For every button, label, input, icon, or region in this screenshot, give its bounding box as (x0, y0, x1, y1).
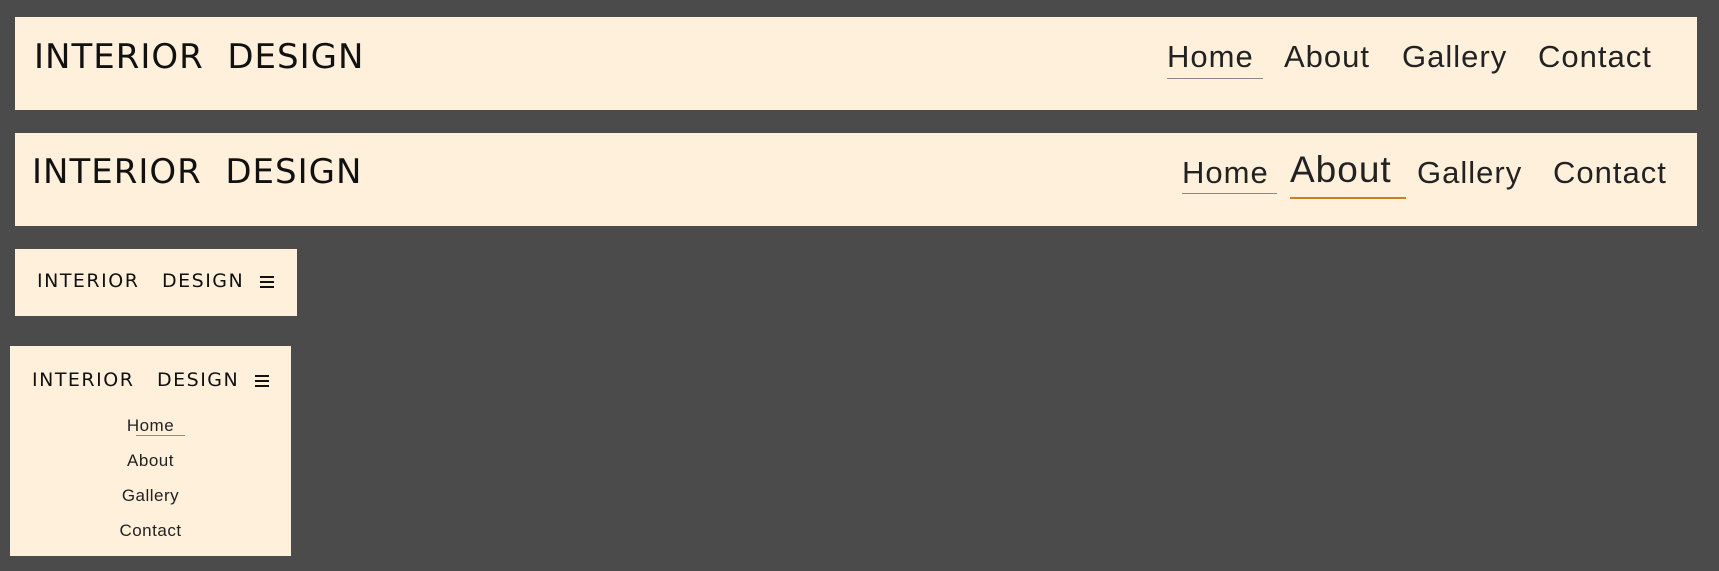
nav-link-contact[interactable]: Contact (1538, 37, 1652, 77)
site-logo[interactable]: INTERIOR DESIGN (32, 368, 239, 392)
hamburger-menu-icon[interactable] (255, 375, 269, 387)
mobile-nav-link-about[interactable]: About (10, 450, 291, 472)
nav-link-about-hovered[interactable]: About (1290, 146, 1392, 194)
mobile-nav-link-home[interactable]: Home (10, 415, 291, 437)
mobile-nav-link-contact[interactable]: Contact (10, 520, 291, 542)
navbar-mobile-expanded: INTERIOR DESIGN Home About Gallery Conta… (10, 346, 291, 556)
nav-link-home[interactable]: Home (1182, 153, 1269, 193)
mobile-nav-link-gallery[interactable]: Gallery (10, 485, 291, 507)
hover-underline (1290, 197, 1406, 199)
nav-link-gallery[interactable]: Gallery (1402, 37, 1507, 77)
site-logo[interactable]: INTERIOR DESIGN (34, 35, 364, 79)
nav-link-home[interactable]: Home (1167, 37, 1254, 77)
active-underline (1167, 78, 1263, 79)
navbar-mobile-collapsed: INTERIOR DESIGN (15, 249, 297, 316)
navbar-desktop: INTERIOR DESIGN Home About Gallery Conta… (15, 17, 1697, 110)
active-underline (1182, 193, 1277, 194)
site-logo[interactable]: INTERIOR DESIGN (37, 269, 244, 293)
nav-link-contact[interactable]: Contact (1553, 153, 1667, 193)
active-underline (136, 435, 185, 436)
navbar-desktop-hover: INTERIOR DESIGN Home About Gallery Conta… (15, 133, 1697, 226)
site-logo[interactable]: INTERIOR DESIGN (32, 150, 362, 194)
nav-link-about[interactable]: About (1284, 37, 1370, 77)
nav-link-gallery[interactable]: Gallery (1417, 153, 1522, 193)
hamburger-menu-icon[interactable] (260, 276, 274, 288)
